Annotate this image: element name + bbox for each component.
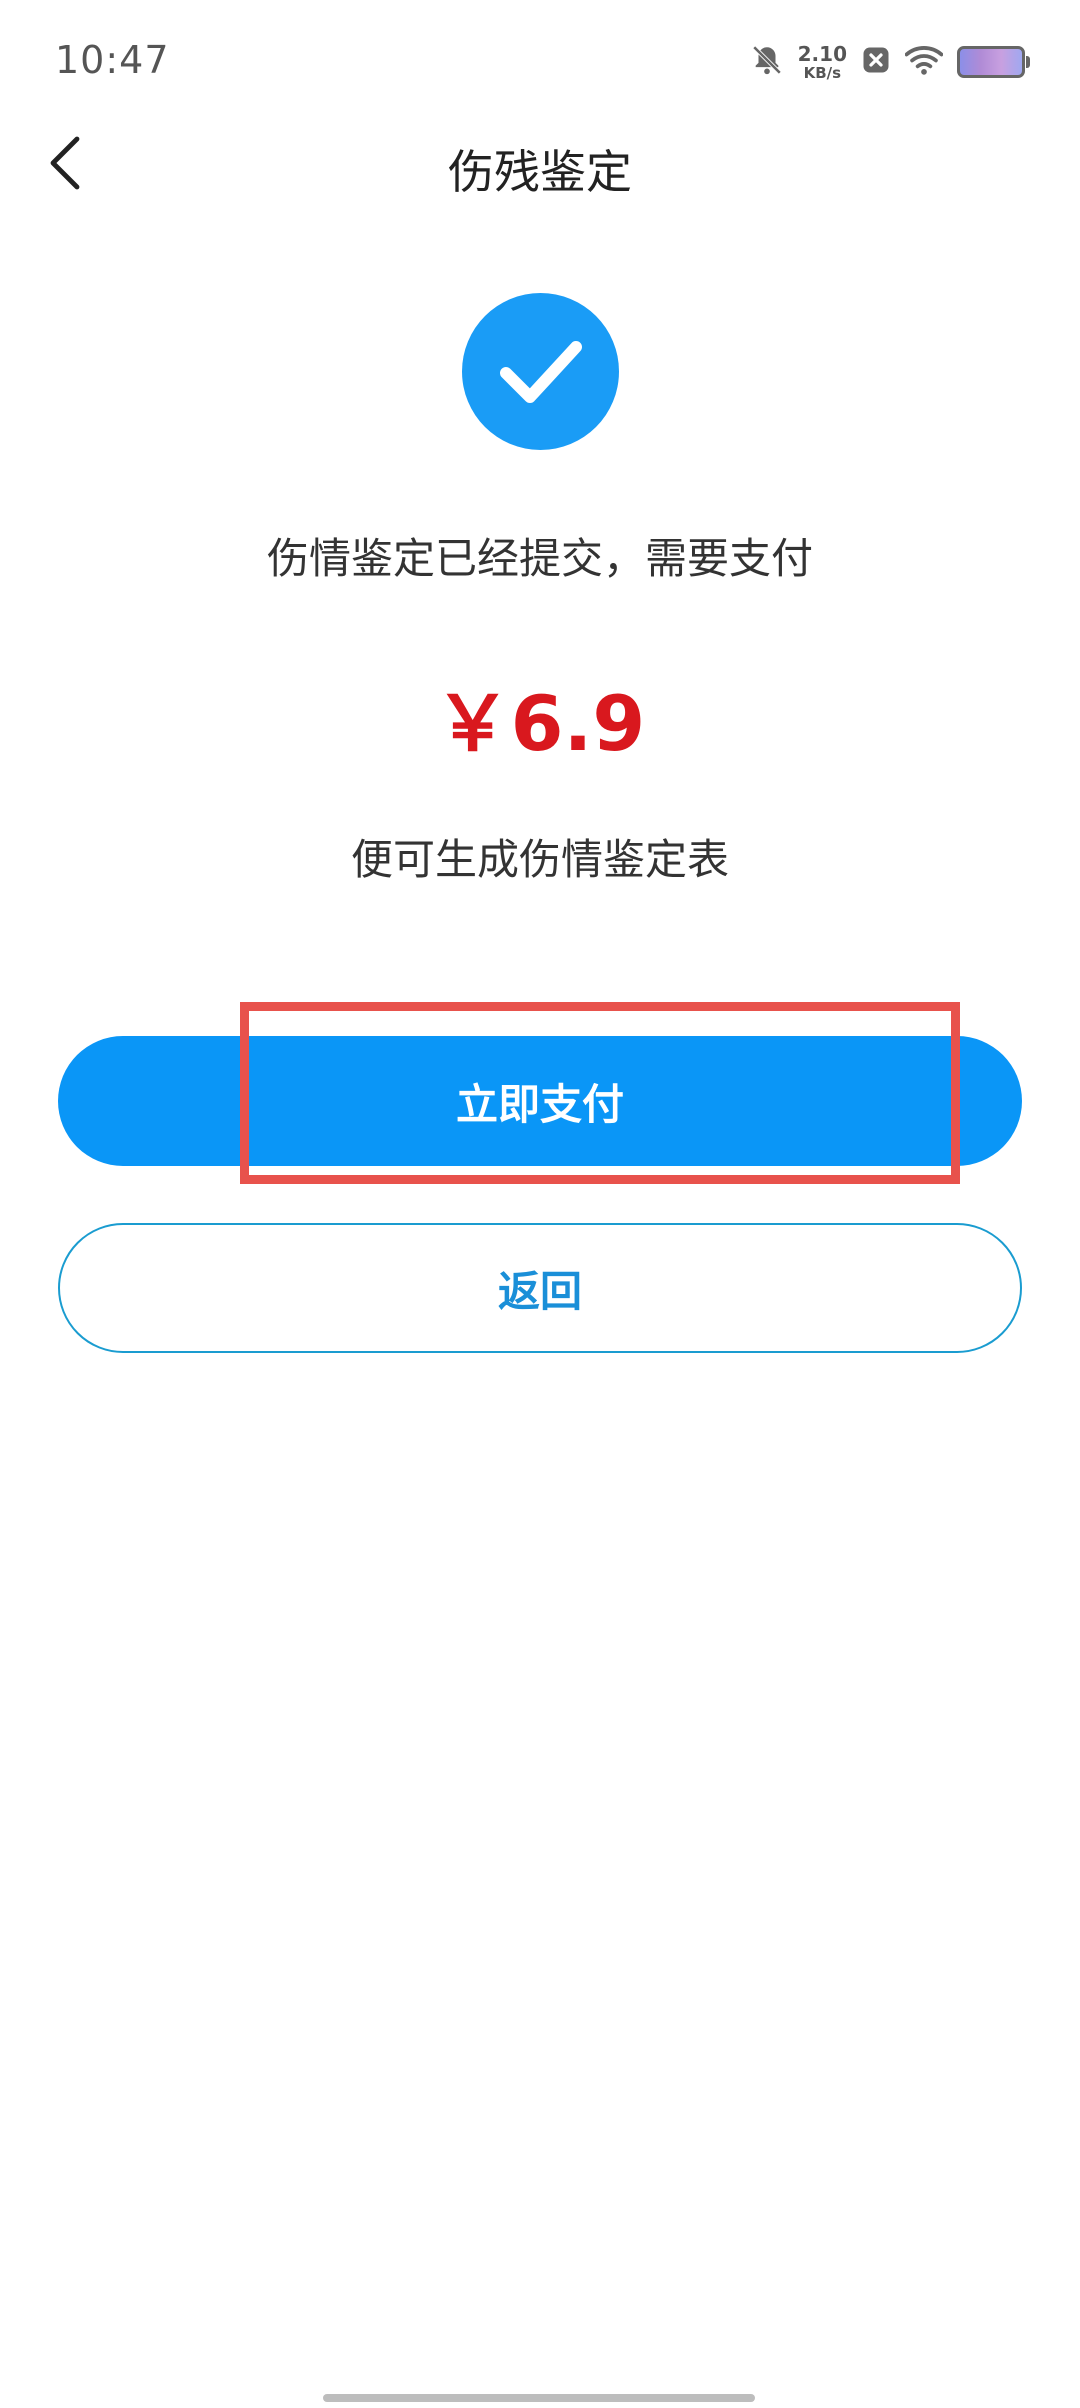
pay-now-button[interactable]: 立即支付 bbox=[58, 1036, 1022, 1166]
page-title: 伤残鉴定 bbox=[448, 145, 632, 199]
wifi-icon bbox=[904, 44, 944, 80]
bell-muted-icon bbox=[750, 43, 784, 81]
generate-message: 便可生成伤情鉴定表 bbox=[350, 835, 729, 884]
battery-icon bbox=[957, 46, 1030, 78]
network-speed-unit: KB/s bbox=[803, 63, 842, 82]
return-button[interactable]: 返回 bbox=[58, 1223, 1022, 1353]
status-icons: 2.10 KB/s bbox=[750, 40, 1030, 84]
network-speed-value: 2.10 bbox=[797, 41, 847, 66]
network-speed: 2.10 KB/s bbox=[798, 44, 847, 81]
header: 伤残鉴定 bbox=[0, 120, 1080, 210]
status-bar: 10:47 2.10 KB/s bbox=[0, 0, 1080, 120]
status-time: 10:47 bbox=[55, 38, 170, 82]
home-indicator[interactable] bbox=[323, 2394, 755, 2402]
check-circle-icon bbox=[462, 293, 619, 450]
payment-amount: ￥6.9 bbox=[434, 679, 646, 768]
submitted-message: 伤情鉴定已经提交，需要支付 bbox=[266, 534, 813, 583]
close-box-icon bbox=[861, 45, 891, 79]
